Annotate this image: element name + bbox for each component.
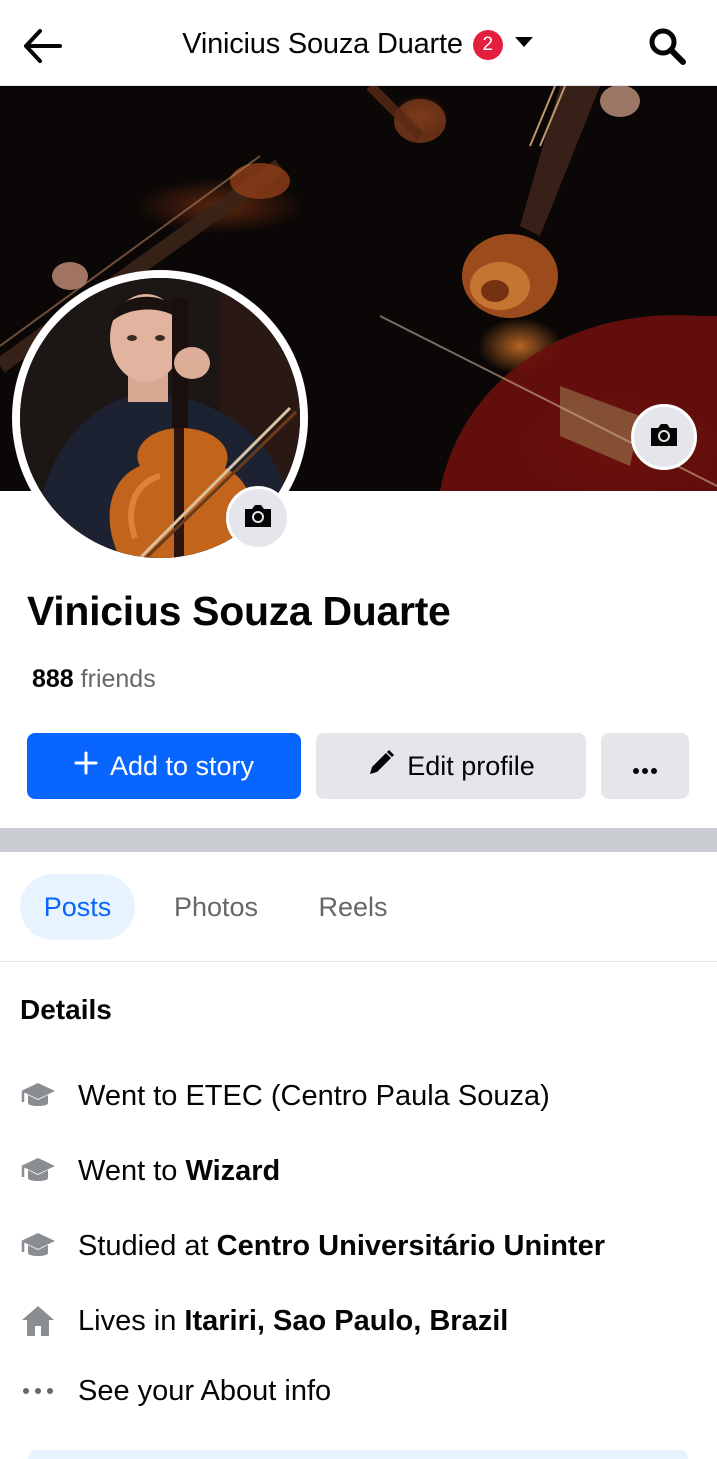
detail-item-education[interactable]: Went to ETEC (Centro Paula Souza) xyxy=(18,1074,550,1118)
detail-text: Went to ETEC (Centro Paula Souza) xyxy=(78,1079,550,1112)
add-to-story-button[interactable]: Add to story xyxy=(27,733,301,799)
pencil-icon xyxy=(367,749,395,784)
detail-text: Lives in Itariri, Sao Paulo, Brazil xyxy=(78,1305,508,1338)
tab-photos[interactable]: Photos xyxy=(158,874,274,940)
tab-reels[interactable]: Reels xyxy=(300,874,406,940)
detail-item-location[interactable]: Lives in Itariri, Sao Paulo, Brazil xyxy=(18,1299,508,1343)
section-divider xyxy=(0,828,717,852)
detail-prefix: Studied at xyxy=(78,1229,217,1262)
detail-prefix: Lives in xyxy=(78,1304,185,1337)
detail-school-link[interactable]: Wizard xyxy=(185,1155,280,1187)
profile-tabs: Posts Photos Reels xyxy=(0,852,717,962)
see-about-info[interactable]: See your About info xyxy=(18,1369,331,1413)
header-title: Vinicius Souza Duarte xyxy=(182,28,463,60)
camera-icon xyxy=(242,502,274,535)
camera-icon xyxy=(648,421,680,454)
edit-profile-button[interactable]: Edit profile xyxy=(316,733,586,799)
education-icon xyxy=(18,1076,58,1116)
cover-camera-button[interactable] xyxy=(631,404,697,470)
education-icon xyxy=(18,1151,58,1191)
edit-profile-label: Edit profile xyxy=(407,750,535,781)
see-about-info-label: See your About info xyxy=(78,1374,332,1407)
detail-prefix: Went to xyxy=(78,1154,186,1187)
detail-item-education[interactable]: Went to Wizard xyxy=(18,1149,280,1193)
profile-switcher[interactable]: Vinicius Souza Duarte 2 xyxy=(0,28,717,61)
more-dots-icon xyxy=(18,1371,58,1411)
search-icon[interactable] xyxy=(647,26,687,66)
friends-count-link[interactable]: 888 friends xyxy=(32,665,156,694)
detail-location-link[interactable]: Itariri, Sao Paulo, Brazil xyxy=(184,1305,508,1337)
more-dots-icon xyxy=(632,751,658,782)
detail-text: Studied at Centro Universitário Uninter xyxy=(78,1230,605,1263)
profile-name: Vinicius Souza Duarte xyxy=(27,588,451,634)
detail-text: Went to Wizard xyxy=(78,1155,280,1188)
plus-icon xyxy=(74,751,98,782)
friends-count: 888 xyxy=(32,665,74,693)
add-to-story-label: Add to story xyxy=(109,750,255,781)
avatar-camera-button[interactable] xyxy=(226,486,290,550)
edit-details-button-partial[interactable] xyxy=(28,1450,688,1459)
home-icon xyxy=(18,1301,58,1341)
detail-school-link[interactable]: Centro Universitário Uninter xyxy=(217,1230,605,1262)
detail-item-education[interactable]: Studied at Centro Universitário Uninter xyxy=(18,1224,605,1268)
more-options-button[interactable] xyxy=(601,733,689,799)
notification-badge: 2 xyxy=(472,29,503,60)
friends-label: friends xyxy=(80,665,156,693)
details-heading: Details xyxy=(20,994,112,1025)
top-bar: Vinicius Souza Duarte 2 xyxy=(0,0,717,86)
education-icon xyxy=(18,1226,58,1266)
tab-posts[interactable]: Posts xyxy=(20,874,135,940)
chevron-down-icon xyxy=(513,35,535,54)
